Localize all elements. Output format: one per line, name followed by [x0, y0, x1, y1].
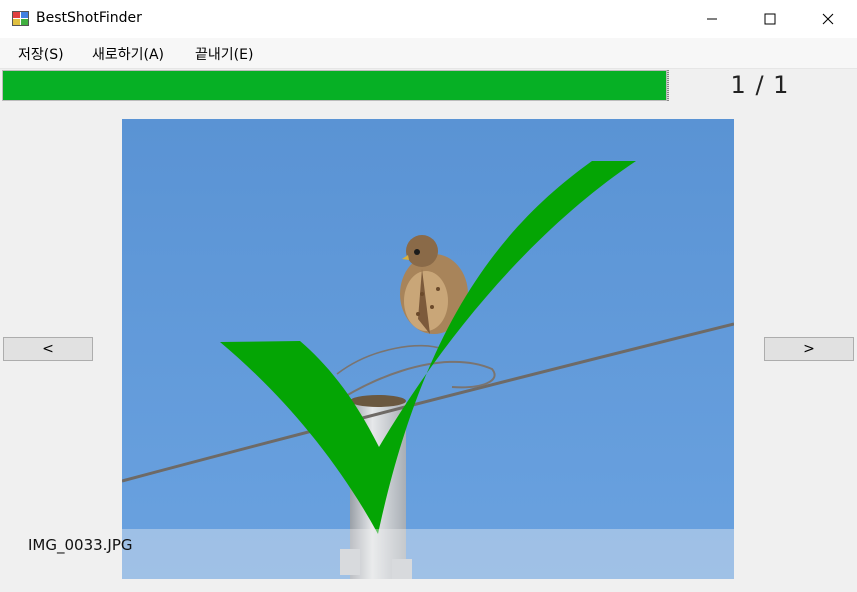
progress-bar — [2, 70, 667, 101]
close-icon — [822, 13, 834, 25]
maximize-button[interactable] — [741, 0, 799, 38]
maximize-icon — [764, 13, 776, 25]
menu-bar: 저장(S) 새로하기(A) 끝내기(E) — [0, 38, 857, 69]
image-counter: 1 / 1 — [730, 71, 790, 99]
app-icon — [12, 11, 29, 26]
previous-button[interactable]: < — [3, 337, 93, 361]
window-title: BestShotFinder — [36, 10, 142, 26]
previous-button-label: < — [42, 341, 54, 357]
title-bar: BestShotFinder — [0, 0, 857, 38]
next-button[interactable]: > — [764, 337, 854, 361]
minimize-button[interactable] — [683, 0, 741, 38]
menu-save[interactable]: 저장(S) — [18, 44, 64, 64]
menu-exit[interactable]: 끝내기(E) — [195, 44, 253, 64]
progress-bar-end — [667, 70, 669, 101]
next-button-label: > — [803, 341, 815, 357]
photo-image — [122, 119, 734, 579]
menu-new[interactable]: 새로하기(A) — [92, 44, 164, 64]
photo-view — [122, 119, 734, 579]
file-name-label: IMG_0033.JPG — [28, 536, 133, 554]
close-button[interactable] — [799, 0, 857, 38]
minimize-icon — [707, 18, 717, 20]
